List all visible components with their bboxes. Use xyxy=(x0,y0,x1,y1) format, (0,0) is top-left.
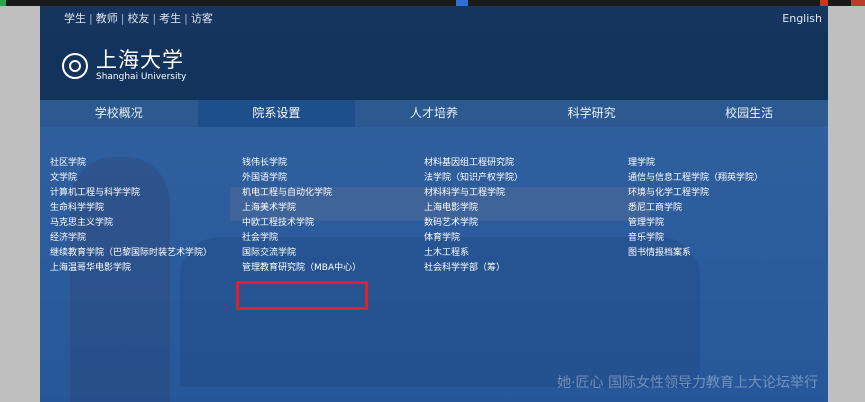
school-link[interactable]: 经济学院 xyxy=(50,231,212,246)
school-link[interactable]: 环境与化学工程学院 xyxy=(628,186,763,201)
nav-item-campus-life[interactable]: 校园生活 xyxy=(670,100,828,127)
school-link[interactable]: 法学院（知识产权学院） xyxy=(424,171,523,186)
highlight-annotation-box xyxy=(236,281,368,310)
school-link[interactable]: 悉尼工商学院 xyxy=(628,201,763,216)
school-link[interactable]: 材料基因组工程研究院 xyxy=(424,156,523,171)
site-header: 上海大学 Shanghai University xyxy=(40,32,828,100)
school-link[interactable]: 国际交流学院 xyxy=(242,246,361,261)
separator: | xyxy=(152,12,157,25)
school-link[interactable]: 机电工程与自动化学院 xyxy=(242,186,361,201)
school-link[interactable]: 生命科学学院 xyxy=(50,201,212,216)
nav-item-research[interactable]: 科学研究 xyxy=(513,100,671,127)
school-link[interactable]: 社会科学学部（筹） xyxy=(424,261,523,276)
school-link-mba-center[interactable]: 管理教育研究院（MBA中心） xyxy=(242,261,361,276)
school-link[interactable]: 上海美术学院 xyxy=(242,201,361,216)
school-link[interactable]: 马克思主义学院 xyxy=(50,216,212,231)
nav-item-schools[interactable]: 院系设置 xyxy=(197,100,356,127)
school-link[interactable]: 数码艺术学院 xyxy=(424,216,523,231)
school-link[interactable]: 钱伟长学院 xyxy=(242,156,361,171)
school-link[interactable]: 文学院 xyxy=(50,171,212,186)
audience-link-teacher[interactable]: 教师 xyxy=(96,12,118,25)
school-link[interactable]: 土木工程系 xyxy=(424,246,523,261)
separator: | xyxy=(89,12,93,25)
audience-link-applicant[interactable]: 考生 xyxy=(159,12,181,25)
school-link[interactable]: 社会学院 xyxy=(242,231,361,246)
audience-link-visitor[interactable]: 访客 xyxy=(191,12,213,25)
audience-link-alumni[interactable]: 校友 xyxy=(127,12,149,25)
nav-item-education[interactable]: 人才培养 xyxy=(355,100,513,127)
main-nav: 学校概况 院系设置 人才培养 科学研究 校园生活 xyxy=(40,100,828,127)
school-link[interactable]: 外国语学院 xyxy=(242,171,361,186)
audience-links: 学生 | 教师 | 校友 | 考生 | 访客 xyxy=(64,6,213,32)
school-link[interactable]: 计算机工程与科学学院 xyxy=(50,186,212,201)
school-link[interactable]: 体育学院 xyxy=(424,231,523,246)
photo-caption: 她·匠心 国际女性领导力教育上大论坛举行 xyxy=(557,375,818,391)
university-logo[interactable]: 上海大学 Shanghai University xyxy=(62,40,186,92)
separator: | xyxy=(184,12,188,25)
school-link[interactable]: 上海电影学院 xyxy=(424,201,523,216)
separator: | xyxy=(120,12,125,25)
dropdown-column-1: 社区学院 文学院 计算机工程与科学学院 生命科学学院 马克思主义学院 经济学院 … xyxy=(50,156,212,276)
dropdown-column-2: 钱伟长学院 外国语学院 机电工程与自动化学院 上海美术学院 中欧工程技术学院 社… xyxy=(242,156,361,276)
dropdown-column-4: 理学院 通信与信息工程学院（翔英学院） 环境与化学工程学院 悉尼工商学院 管理学… xyxy=(628,156,763,261)
top-bar: 学生 | 教师 | 校友 | 考生 | 访客 English xyxy=(40,6,828,32)
school-link[interactable]: 上海温哥华电影学院 xyxy=(50,261,212,276)
school-link[interactable]: 中欧工程技术学院 xyxy=(242,216,361,231)
dropdown-column-3: 材料基因组工程研究院 法学院（知识产权学院） 材料科学与工程学院 上海电影学院 … xyxy=(424,156,523,276)
university-seal-icon xyxy=(62,53,88,79)
audience-link-student[interactable]: 学生 xyxy=(64,12,86,25)
school-link[interactable]: 理学院 xyxy=(628,156,763,171)
school-link[interactable]: 社区学院 xyxy=(50,156,212,171)
school-link[interactable]: 管理学院 xyxy=(628,216,763,231)
language-switch-link[interactable]: English xyxy=(782,6,822,32)
nav-item-about[interactable]: 学校概况 xyxy=(40,100,198,127)
logo-text: 上海大学 Shanghai University xyxy=(96,49,186,83)
school-link[interactable]: 音乐学院 xyxy=(628,231,763,246)
logo-chinese-name: 上海大学 xyxy=(96,48,184,72)
schools-dropdown-menu: 社区学院 文学院 计算机工程与科学学院 生命科学学院 马克思主义学院 经济学院 … xyxy=(40,127,828,402)
logo-english-name: Shanghai University xyxy=(96,72,187,82)
school-link[interactable]: 继续教育学院（巴黎国际时装艺术学院） xyxy=(50,246,212,261)
school-link[interactable]: 通信与信息工程学院（翔英学院） xyxy=(628,171,763,186)
school-link[interactable]: 图书情报档案系 xyxy=(628,246,763,261)
school-link[interactable]: 材料科学与工程学院 xyxy=(424,186,523,201)
